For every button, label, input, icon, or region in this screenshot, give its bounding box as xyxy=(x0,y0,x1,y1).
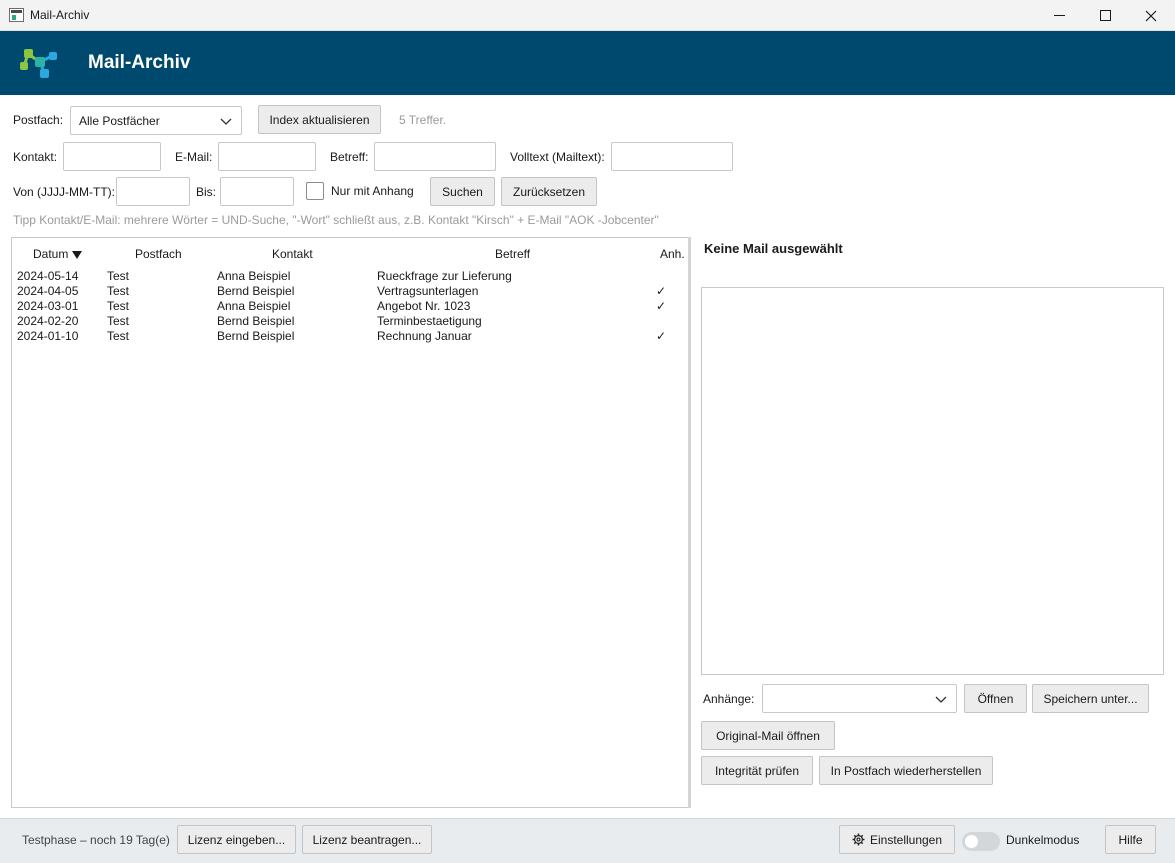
postfach-select-value: Alle Postfächer xyxy=(79,113,160,128)
request-license-button[interactable]: Lizenz beantragen... xyxy=(302,825,432,854)
open-original-mail-button[interactable]: Original-Mail öffnen xyxy=(701,721,835,750)
cell-kontakt: Anna Beispiel xyxy=(217,269,291,283)
cell-postfach: Test xyxy=(107,269,130,283)
chevron-down-icon xyxy=(935,696,947,703)
cell-datum: 2024-04-05 xyxy=(17,284,79,298)
window-title: Mail-Archiv xyxy=(30,8,90,22)
cell-postfach: Test xyxy=(107,299,130,313)
column-header-kontakt[interactable]: Kontakt xyxy=(272,247,313,261)
trial-status: Testphase – noch 19 Tag(e) xyxy=(22,833,170,847)
settings-button[interactable]: Einstellungen xyxy=(839,825,955,854)
toggle-knob xyxy=(965,835,978,848)
cell-datum: 2024-05-14 xyxy=(17,269,79,283)
von-label: Von (JJJJ-MM-TT): xyxy=(13,185,115,199)
index-update-button[interactable]: Index aktualisieren xyxy=(258,105,381,134)
column-header-betreff[interactable]: Betreff xyxy=(495,247,530,261)
email-label: E-Mail: xyxy=(175,150,213,164)
dark-mode-label: Dunkelmodus xyxy=(1006,833,1080,847)
cell-kontakt: Anna Beispiel xyxy=(217,299,291,313)
close-icon xyxy=(1145,10,1157,21)
attachments-label: Anhänge: xyxy=(703,692,755,706)
window-titlebar: Mail-Archiv xyxy=(0,0,1175,31)
sort-descending-icon xyxy=(72,251,83,259)
cell-datum: 2024-01-10 xyxy=(17,329,79,343)
minimize-button[interactable] xyxy=(1036,0,1082,31)
column-header-postfach[interactable]: Postfach xyxy=(135,247,182,261)
cell-betreff: Rueckfrage zur Lieferung xyxy=(377,269,512,283)
check-integrity-button[interactable]: Integrität prüfen xyxy=(701,756,813,785)
volltext-label: Volltext (Mailtext): xyxy=(510,150,605,164)
cell-betreff: Vertragsunterlagen xyxy=(377,284,479,298)
settings-button-label: Einstellungen xyxy=(869,832,943,847)
cell-betreff: Rechnung Januar xyxy=(377,329,472,343)
table-row[interactable]: 2024-04-05 Test Bernd Beispiel Vertragsunte… xyxy=(12,284,688,299)
app-logo-icon xyxy=(20,49,57,78)
von-date-input[interactable] xyxy=(116,177,190,206)
postfach-select[interactable]: Alle Postfächer xyxy=(70,106,242,135)
cell-postfach: Test xyxy=(107,314,130,328)
table-row[interactable]: 2024-05-14 Test Anna Beispiel Rueckfrage zu… xyxy=(12,269,688,284)
restore-to-mailbox-button[interactable]: In Postfach wiederherstellen xyxy=(819,756,993,785)
cell-postfach: Test xyxy=(107,284,130,298)
column-header-datum[interactable]: Datum xyxy=(33,247,83,261)
betreff-input[interactable] xyxy=(374,142,496,171)
cell-kontakt: Bernd Beispiel xyxy=(217,284,295,298)
volltext-input[interactable] xyxy=(611,142,733,171)
enter-license-button[interactable]: Lizenz eingeben... xyxy=(177,825,296,854)
cell-anhang: ✓ xyxy=(656,284,667,298)
mail-preview-area[interactable] xyxy=(701,287,1164,675)
kontakt-input[interactable] xyxy=(63,142,161,171)
column-header-datum-label: Datum xyxy=(33,247,69,261)
cell-kontakt: Bernd Beispiel xyxy=(217,314,295,328)
bis-label: Bis: xyxy=(196,185,217,199)
cell-datum: 2024-02-20 xyxy=(17,314,79,328)
close-window-button[interactable] xyxy=(1128,0,1174,31)
column-header-anh[interactable]: Anh. xyxy=(660,247,685,261)
search-tip: Tipp Kontakt/E-Mail: mehrere Wörter = UN… xyxy=(13,213,659,227)
cell-anhang: ✓ xyxy=(656,299,667,313)
attachments-select[interactable] xyxy=(762,684,957,713)
dark-mode-toggle[interactable] xyxy=(962,832,1000,851)
chevron-down-icon xyxy=(220,118,232,125)
attachment-only-label: Nur mit Anhang xyxy=(331,184,414,198)
maximize-icon xyxy=(1099,10,1111,21)
app-window-icon xyxy=(9,8,24,22)
table-row[interactable]: 2024-03-01 Test Anna Beispiel Angebot Nr. 1… xyxy=(12,299,688,314)
table-row[interactable]: 2024-02-20 Test Bernd Beispiel Terminbestae… xyxy=(12,314,688,329)
kontakt-label: Kontakt: xyxy=(13,150,58,164)
preview-title: Keine Mail ausgewählt xyxy=(704,241,843,256)
betreff-label: Betreff: xyxy=(330,150,369,164)
split-pane-divider[interactable] xyxy=(688,237,691,808)
postfach-label: Postfach: xyxy=(13,113,64,127)
minimize-icon xyxy=(1053,15,1065,16)
app-header: Mail-Archiv xyxy=(0,31,1175,95)
result-count: 5 Treffer. xyxy=(399,113,447,127)
bis-date-input[interactable] xyxy=(220,177,294,206)
table-row[interactable]: 2024-01-10 Test Bernd Beispiel Rechnung Jan… xyxy=(12,329,688,344)
attachment-only-checkbox[interactable] xyxy=(306,182,324,200)
email-input[interactable] xyxy=(218,142,316,171)
cell-kontakt: Bernd Beispiel xyxy=(217,329,295,343)
app-name: Mail-Archiv xyxy=(88,52,191,73)
search-button[interactable]: Suchen xyxy=(430,177,495,206)
cell-postfach: Test xyxy=(107,329,130,343)
reset-button[interactable]: Zurücksetzen xyxy=(501,177,597,206)
gear-icon xyxy=(852,833,865,846)
save-attachment-as-button[interactable]: Speichern unter... xyxy=(1032,684,1149,713)
help-button[interactable]: Hilfe xyxy=(1105,825,1156,854)
cell-datum: 2024-03-01 xyxy=(17,299,79,313)
maximize-button[interactable] xyxy=(1082,0,1128,31)
cell-anhang: ✓ xyxy=(656,329,667,343)
open-attachment-button[interactable]: Öffnen xyxy=(964,684,1027,713)
cell-betreff: Angebot Nr. 1023 xyxy=(377,299,471,313)
status-footer: Testphase – noch 19 Tag(e) Lizenz eingeb… xyxy=(0,818,1175,863)
cell-betreff: Terminbestaetigung xyxy=(377,314,482,328)
